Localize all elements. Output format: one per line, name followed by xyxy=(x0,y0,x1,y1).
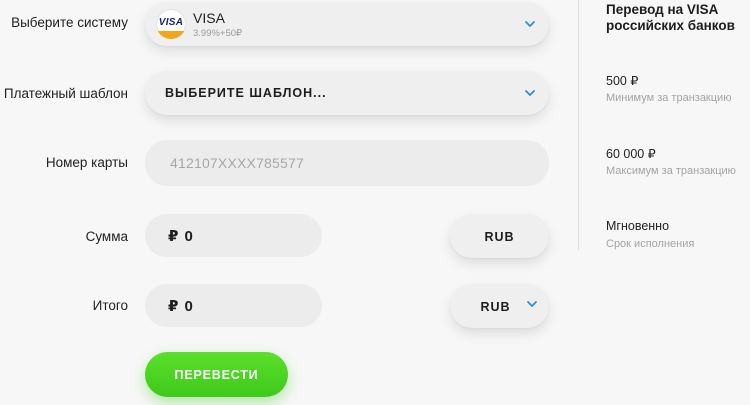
amount-input[interactable]: ₽0 xyxy=(145,214,322,257)
payment-system-select[interactable]: VISA VISA 3.99%+50₽ xyxy=(145,2,549,46)
ruble-icon: ₽ xyxy=(168,228,179,245)
ruble-icon: ₽ xyxy=(168,298,179,315)
transfer-button[interactable]: ПЕРЕВЕСТИ xyxy=(145,352,288,397)
card-number-value: 412107XXXX785577 xyxy=(170,155,304,171)
amount-value: 0 xyxy=(184,228,193,245)
total-input[interactable]: ₽0 xyxy=(145,284,322,327)
template-value: ВЫБЕРИТЕ ШАБЛОН... xyxy=(165,86,327,100)
min-amount-label: Минимум за транзакцию xyxy=(606,92,732,104)
chevron-down-icon[interactable] xyxy=(523,86,537,100)
processing-time-label: Срок исполнения xyxy=(606,238,695,250)
panel-divider xyxy=(578,0,579,250)
chevron-down-icon[interactable] xyxy=(525,297,539,311)
info-title: Перевод на VISA российских банков xyxy=(606,2,735,33)
chevron-down-icon[interactable] xyxy=(523,17,537,31)
amount-label: Сумма xyxy=(85,229,128,244)
visa-logo-text: VISA xyxy=(158,17,184,28)
visa-logo-icon: VISA xyxy=(156,9,186,39)
system-fee: 3.99%+50₽ xyxy=(193,28,243,39)
card-label: Номер карты xyxy=(45,155,128,170)
visa-logo-band xyxy=(156,31,186,39)
max-amount-value: 60 000 ₽ xyxy=(606,147,656,161)
system-label: Выберите систему xyxy=(11,15,128,30)
payment-template-select[interactable]: ВЫБЕРИТЕ ШАБЛОН... xyxy=(145,71,549,115)
total-value: 0 xyxy=(184,298,193,315)
card-number-field[interactable]: 412107XXXX785577 xyxy=(145,140,549,186)
processing-time-value: Мгновенно xyxy=(606,219,670,233)
template-label: Платежный шаблон xyxy=(3,86,128,101)
amount-currency-button[interactable]: RUB xyxy=(450,214,549,258)
total-label: Итого xyxy=(92,298,128,313)
amount-currency-label: RUB xyxy=(484,230,515,244)
min-amount-value: 500 ₽ xyxy=(606,74,639,88)
max-amount-label: Максимум за транзакцию xyxy=(606,165,736,177)
total-currency-select[interactable]: RUB xyxy=(450,284,549,328)
system-name: VISA xyxy=(193,10,225,26)
